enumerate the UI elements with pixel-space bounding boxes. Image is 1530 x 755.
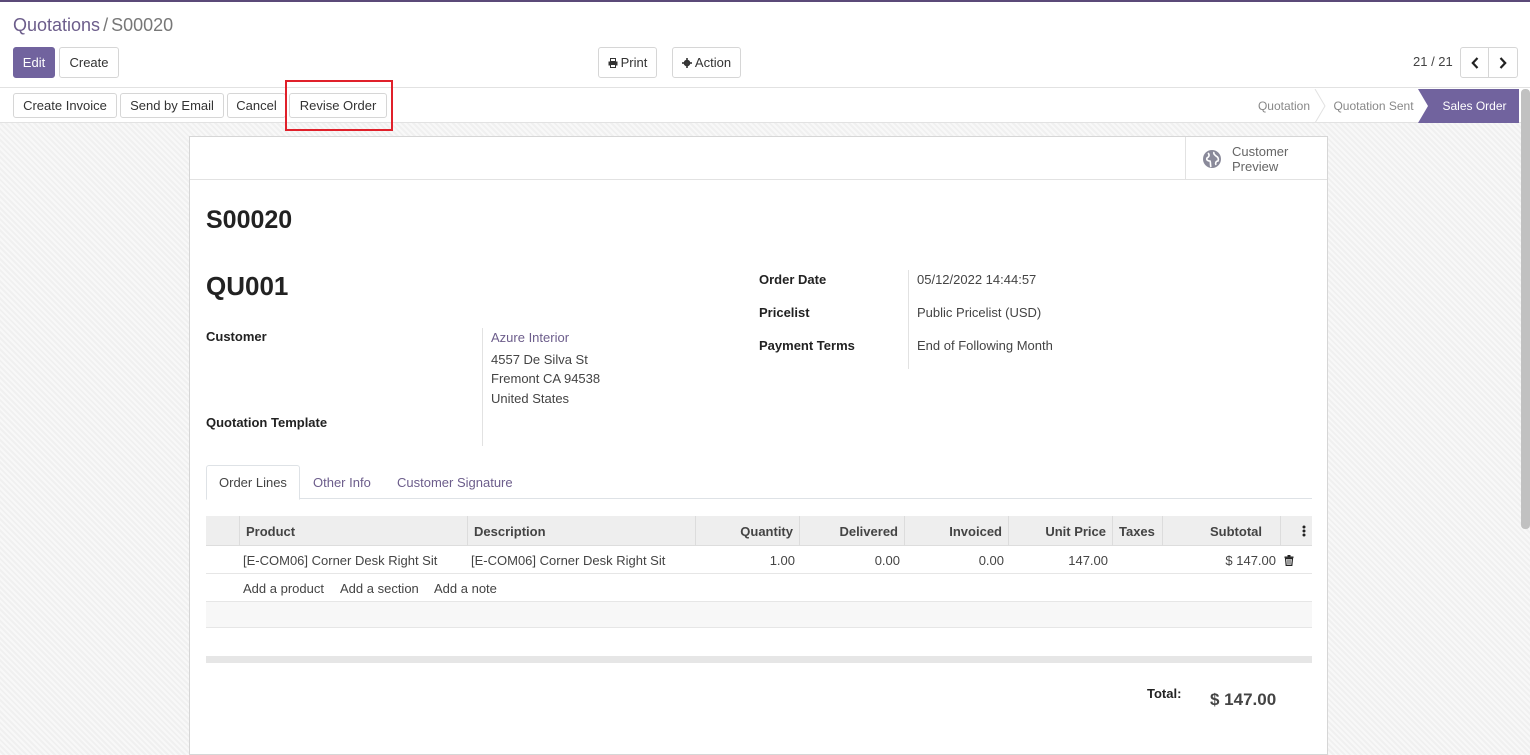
row-unit-price[interactable]: 147.00 xyxy=(1008,546,1112,574)
customer-label: Customer xyxy=(206,329,267,344)
stage-quotation-sent: Quotation Sent xyxy=(1333,99,1414,113)
chevron-right-icon xyxy=(1499,56,1507,69)
stage-divider-1 xyxy=(1314,89,1326,123)
breadcrumb-quotations-link[interactable]: Quotations xyxy=(13,15,100,35)
add-note-link[interactable]: Add a note xyxy=(430,574,501,602)
total-label: Total: xyxy=(1147,686,1182,701)
action-label: Action xyxy=(694,55,732,70)
quotation-template-label: Quotation Template xyxy=(206,415,328,430)
column-quantity[interactable]: Quantity xyxy=(695,516,799,546)
record-title: S00020 xyxy=(206,206,293,234)
table-footer-band xyxy=(206,656,1312,663)
chevron-left-icon xyxy=(1470,56,1478,69)
trash-icon xyxy=(1284,554,1294,566)
breadcrumb-separator: / xyxy=(103,15,109,35)
notebook-tabs: Order Lines Other Info Customer Signatur… xyxy=(206,465,1312,500)
control-panel: Quotations / S00020 Edit Create Print Acti… xyxy=(0,2,1530,88)
total-value: $ 147.00 xyxy=(1210,690,1277,709)
tab-other-info[interactable]: Other Info xyxy=(301,465,383,499)
customer-address-country: United States xyxy=(491,391,570,406)
row-description[interactable]: [E-COM06] Corner Desk Right Sit xyxy=(467,546,695,574)
table-row[interactable]: [E-COM06] Corner Desk Right Sit [E-COM06… xyxy=(206,546,1312,574)
customer-link[interactable]: Azure Interior xyxy=(491,330,569,345)
row-quantity[interactable]: 1.00 xyxy=(695,546,799,574)
pager-counter: 21 / 21 xyxy=(1413,54,1453,69)
customer-address-street: 4557 De Silva St xyxy=(491,352,588,367)
order-date-value: 05/12/2022 14:44:57 xyxy=(917,272,1037,287)
stage-sales-order: Sales Order xyxy=(1430,89,1519,123)
row-product[interactable]: [E-COM06] Corner Desk Right Sit xyxy=(239,546,467,574)
column-taxes[interactable]: Taxes xyxy=(1112,516,1162,546)
column-invoiced[interactable]: Invoiced xyxy=(904,516,1008,546)
row-taxes[interactable] xyxy=(1112,546,1162,574)
form-sheet: Customer Preview S00020 QU001 Customer A… xyxy=(189,136,1328,755)
cancel-button[interactable]: Cancel xyxy=(227,93,286,118)
payment-terms-value: End of Following Month xyxy=(917,338,1053,353)
column-description[interactable]: Description xyxy=(467,516,695,546)
action-button[interactable]: Action xyxy=(672,47,741,78)
payment-terms-label: Payment Terms xyxy=(759,338,855,353)
row-subtotal: $ 147.00 xyxy=(1225,552,1276,568)
breadcrumb: Quotations / S00020 xyxy=(13,15,173,36)
order-date-label: Order Date xyxy=(759,272,827,287)
print-button[interactable]: Print xyxy=(598,47,657,78)
add-section-link[interactable]: Add a section xyxy=(336,574,423,602)
edit-button[interactable]: Edit xyxy=(13,47,55,78)
pricelist-label: Pricelist xyxy=(759,305,810,320)
pager-previous-button[interactable] xyxy=(1460,47,1489,78)
row-invoiced[interactable]: 0.00 xyxy=(904,546,1008,574)
status-bar: Create Invoice Send by Email Cancel Revi… xyxy=(0,89,1530,123)
create-invoice-button[interactable]: Create Invoice xyxy=(13,93,117,118)
tab-customer-signature[interactable]: Customer Signature xyxy=(385,465,525,499)
right-field-divider xyxy=(908,270,909,369)
left-field-divider xyxy=(482,328,483,446)
add-product-link[interactable]: Add a product xyxy=(239,574,328,602)
optional-columns-toggle[interactable] xyxy=(1280,516,1312,546)
sheet-button-box: Customer Preview xyxy=(190,137,1327,180)
customer-preview-label-line1: Customer xyxy=(1232,143,1289,159)
customer-address-city: Fremont CA 94538 xyxy=(491,371,601,386)
customer-preview-label-line2: Preview xyxy=(1232,158,1279,174)
add-line-row: Add a product Add a section Add a note xyxy=(206,574,1312,602)
revise-order-button[interactable]: Revise Order xyxy=(289,93,387,118)
delete-row-button[interactable] xyxy=(1280,546,1300,574)
column-product[interactable]: Product xyxy=(239,516,467,546)
client-reference: QU001 xyxy=(206,271,289,301)
column-delivered[interactable]: Delivered xyxy=(799,516,904,546)
tab-order-lines[interactable]: Order Lines xyxy=(206,465,300,500)
column-subtotal[interactable]: Subtotal xyxy=(1162,516,1280,546)
breadcrumb-current: S00020 xyxy=(111,15,174,35)
row-delivered[interactable]: 0.00 xyxy=(799,546,904,574)
empty-row xyxy=(206,602,1312,628)
column-unit-price[interactable]: Unit Price xyxy=(1008,516,1112,546)
pricelist-value: Public Pricelist (USD) xyxy=(917,305,1042,320)
pager-next-button[interactable] xyxy=(1488,47,1518,78)
printer-icon xyxy=(608,57,618,68)
globe-icon xyxy=(1203,149,1221,168)
print-label: Print xyxy=(620,55,648,70)
stage-active-arrow-tail xyxy=(1418,89,1430,123)
create-button[interactable]: Create xyxy=(59,47,119,78)
customer-preview-button[interactable]: Customer Preview xyxy=(1185,137,1327,180)
vertical-ellipsis-icon xyxy=(1302,525,1306,537)
order-lines-header: Product Description Quantity Delivered I… xyxy=(206,516,1312,546)
page-scrollbar[interactable] xyxy=(1521,89,1530,529)
send-by-email-button[interactable]: Send by Email xyxy=(120,93,224,118)
gear-icon xyxy=(681,57,692,68)
